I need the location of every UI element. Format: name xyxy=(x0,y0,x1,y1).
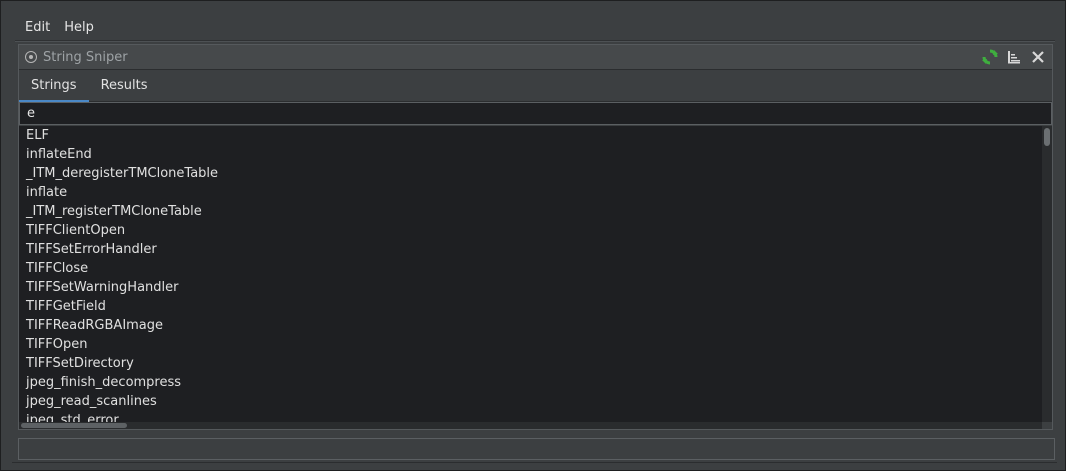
list-item[interactable]: TIFFSetDirectory xyxy=(19,354,1042,373)
list-item[interactable]: TIFFSetErrorHandler xyxy=(19,240,1042,259)
panel-title: String Sniper xyxy=(43,49,128,65)
panel-title-actions xyxy=(980,47,1048,67)
list-item[interactable]: jpeg_std_error xyxy=(19,411,1042,422)
menubar-divider xyxy=(15,40,1055,42)
horizontal-scroll-thumb[interactable] xyxy=(21,423,127,428)
list-item[interactable]: _ITM_deregisterTMCloneTable xyxy=(19,164,1042,183)
bottom-divider xyxy=(12,462,1057,463)
tab-strings[interactable]: Strings xyxy=(19,70,89,102)
vertical-scrollbar[interactable] xyxy=(1042,126,1052,422)
list-item[interactable]: TIFFSetWarningHandler xyxy=(19,278,1042,297)
sort-icon xyxy=(1008,51,1020,64)
list-item[interactable]: TIFFClientOpen xyxy=(19,221,1042,240)
tab-results[interactable]: Results xyxy=(89,70,160,102)
menubar: Edit Help xyxy=(12,14,1057,41)
list-item[interactable]: ELF xyxy=(19,126,1042,145)
list-item[interactable]: TIFFOpen xyxy=(19,335,1042,354)
list-item[interactable]: TIFFClose xyxy=(19,259,1042,278)
status-bar xyxy=(18,438,1055,460)
horizontal-scrollbar[interactable] xyxy=(19,422,1042,429)
list-item[interactable]: _ITM_registerTMCloneTable xyxy=(19,202,1042,221)
list-item[interactable]: inflateEnd xyxy=(19,145,1042,164)
strings-list: ELF inflateEnd _ITM_deregisterTMCloneTable… xyxy=(19,126,1042,422)
close-icon xyxy=(1032,51,1044,63)
string-sniper-panel: String Sniper Strings Results e ELF infl… xyxy=(18,44,1053,430)
panel-tabs: Strings Results xyxy=(19,70,1052,102)
list-item[interactable]: TIFFGetField xyxy=(19,297,1042,316)
list-item[interactable]: inflate xyxy=(19,183,1042,202)
menu-help[interactable]: Help xyxy=(57,14,101,41)
sort-button[interactable] xyxy=(1004,47,1024,67)
panel-target-icon xyxy=(25,51,37,63)
vertical-scroll-thumb[interactable] xyxy=(1044,128,1050,146)
list-item[interactable]: jpeg_finish_decompress xyxy=(19,373,1042,392)
close-panel-button[interactable] xyxy=(1028,47,1048,67)
main-window: Edit Help String Sniper Strings Results … xyxy=(0,0,1066,471)
list-item[interactable]: TIFFReadRGBAImage xyxy=(19,316,1042,335)
menu-edit[interactable]: Edit xyxy=(18,14,57,41)
refresh-icon xyxy=(982,49,998,65)
panel-titlebar[interactable]: String Sniper xyxy=(19,45,1052,70)
refresh-button[interactable] xyxy=(980,47,1000,67)
list-item[interactable]: jpeg_read_scanlines xyxy=(19,392,1042,411)
filter-input[interactable]: e xyxy=(19,102,1052,125)
